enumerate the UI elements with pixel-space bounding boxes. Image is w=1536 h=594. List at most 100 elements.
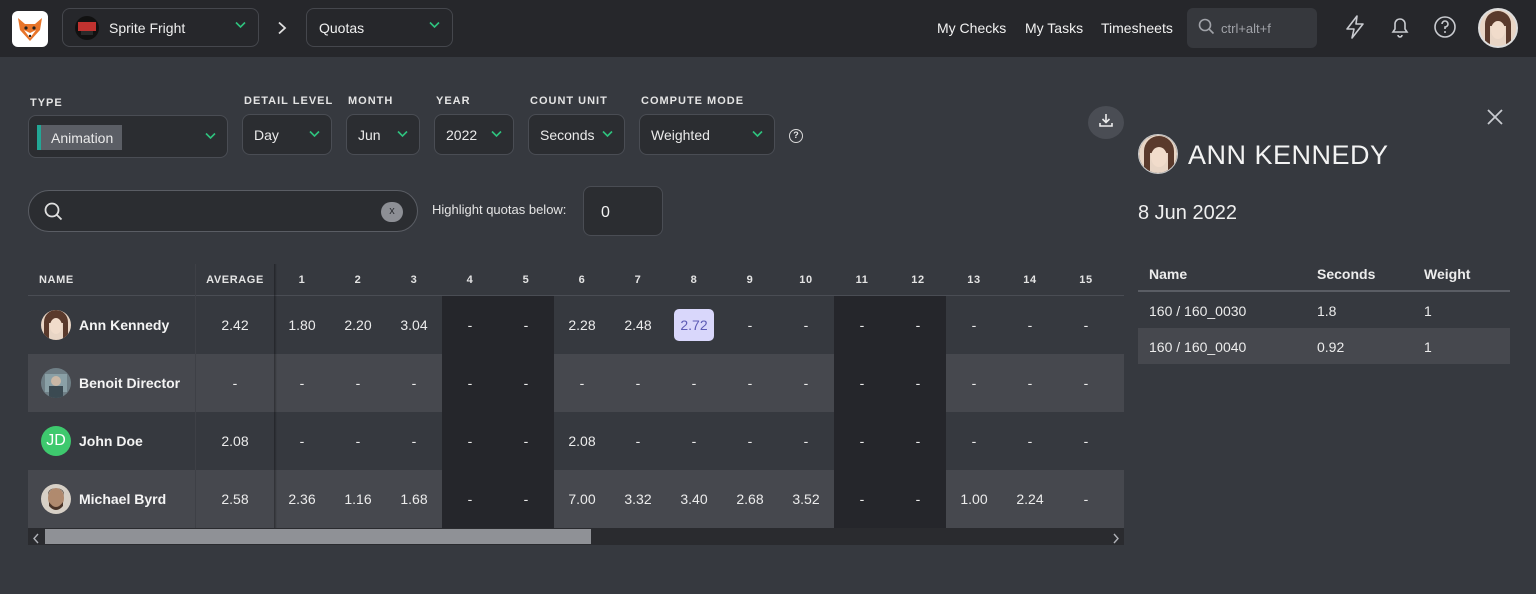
quota-cell[interactable]: 3.32	[610, 491, 666, 507]
chevron-down-icon	[491, 130, 502, 138]
quota-cell[interactable]: 1.80	[274, 317, 330, 333]
top-bar: Sprite Fright Quotas My Checks My Tasks …	[0, 0, 1536, 57]
nav-timesheets[interactable]: Timesheets	[1101, 20, 1173, 36]
name-column-header[interactable]: NAME	[39, 274, 74, 286]
day-column-header[interactable]: 15	[1058, 274, 1114, 286]
global-search[interactable]: ctrl+alt+f	[1187, 8, 1317, 48]
quota-cell: -	[299, 375, 305, 391]
quota-cell: -	[355, 375, 361, 391]
day-column-header[interactable]: 8	[666, 274, 722, 286]
highlight-threshold-input[interactable]: 0	[583, 186, 663, 236]
day-column-header[interactable]: 11	[834, 274, 890, 286]
scroll-right-arrow[interactable]	[1112, 531, 1120, 549]
quota-cell: -	[1083, 317, 1089, 333]
day-column-header[interactable]: 4	[442, 274, 498, 286]
quota-cell[interactable]: 2.24	[1002, 491, 1058, 507]
person-cell[interactable]: JD John Doe	[41, 426, 143, 456]
project-selector[interactable]: Sprite Fright	[62, 8, 259, 47]
avatar	[41, 310, 71, 340]
type-label: TYPE	[30, 97, 63, 109]
day-column-header[interactable]: 12	[890, 274, 946, 286]
close-icon[interactable]	[1486, 108, 1504, 126]
day-column-header[interactable]: 14	[1002, 274, 1058, 286]
section-selector[interactable]: Quotas	[306, 8, 453, 47]
person-cell[interactable]: Ann Kennedy	[41, 310, 169, 340]
detail-header-seconds: Seconds	[1317, 266, 1376, 282]
quota-cell: -	[1083, 433, 1089, 449]
download-icon	[1098, 112, 1114, 133]
person-cell[interactable]: Benoit Director	[41, 368, 180, 398]
quota-cell[interactable]: 1.16	[330, 491, 386, 507]
year-select[interactable]: 2022	[434, 114, 514, 155]
scroll-left-arrow[interactable]	[32, 531, 40, 549]
compute-mode-value: Weighted	[651, 127, 710, 143]
table-row: Ann Kennedy 2.42 1.80 2.20 3.04 - - 2.28 2.48 2.7…	[28, 296, 1124, 354]
user-avatar[interactable]	[1478, 8, 1518, 48]
section-name: Quotas	[319, 19, 365, 36]
quota-cell: -	[1027, 433, 1033, 449]
day-column-header[interactable]: 7	[610, 274, 666, 286]
quota-cell[interactable]: 3.04	[386, 317, 442, 333]
nav-my-checks[interactable]: My Checks	[937, 20, 1006, 36]
quota-cell[interactable]: 3.52	[778, 491, 834, 507]
day-column-header[interactable]: 5	[498, 274, 554, 286]
day-column-header[interactable]: 9	[722, 274, 778, 286]
project-name: Sprite Fright	[109, 19, 186, 36]
day-column-header[interactable]: 3	[386, 274, 442, 286]
quota-cell[interactable]: 2.48	[610, 317, 666, 333]
table-row: JD John Doe 2.08 - - - - - 2.08 - - - - - - - - -	[28, 412, 1124, 470]
day-column-header[interactable]: 13	[946, 274, 1002, 286]
nav-my-tasks[interactable]: My Tasks	[1025, 20, 1083, 36]
month-select[interactable]: Jun	[346, 114, 420, 155]
avatar	[41, 484, 71, 514]
month-value: Jun	[358, 127, 381, 143]
detail-level-value: Day	[254, 127, 279, 143]
average-column-header[interactable]: AVERAGE	[203, 274, 267, 286]
people-search-input[interactable]: x	[28, 190, 418, 232]
bell-icon[interactable]	[1388, 14, 1416, 42]
quota-cell: -	[1027, 317, 1033, 333]
quota-cell[interactable]: 2.28	[554, 317, 610, 333]
table-horizontal-scrollbar[interactable]	[28, 528, 1124, 545]
quota-cell: -	[803, 433, 809, 449]
chevron-down-icon	[205, 132, 216, 140]
quota-cell-selected[interactable]: 2.72	[674, 309, 714, 341]
person-cell[interactable]: Michael Byrd	[41, 484, 166, 514]
quota-cell: -	[915, 433, 921, 449]
day-column-header[interactable]: 1	[274, 274, 330, 286]
help-icon[interactable]	[1433, 14, 1461, 42]
download-button[interactable]	[1088, 106, 1124, 139]
detail-shot-name[interactable]: 160 / 160_0030	[1149, 303, 1246, 319]
quota-cell: -	[859, 375, 865, 391]
detail-shot-name[interactable]: 160 / 160_0040	[1149, 339, 1246, 355]
quota-cell: -	[971, 433, 977, 449]
quota-cell[interactable]: 3.40	[666, 491, 722, 507]
quota-cell[interactable]: 1.00	[946, 491, 1002, 507]
kitsu-fox-logo[interactable]	[12, 11, 48, 47]
detail-level-select[interactable]: Day	[242, 114, 332, 155]
day-column-header[interactable]: 6	[554, 274, 610, 286]
quota-cell[interactable]: 2.68	[722, 491, 778, 507]
scrollbar-thumb[interactable]	[45, 529, 591, 544]
chevron-right-icon	[277, 21, 287, 40]
compute-mode-select[interactable]: Weighted	[639, 114, 775, 155]
quota-table: NAME AVERAGE 1 2 3 4 5 6 7 8 9 10 11 12 13 14 15 Ann K…	[28, 264, 1124, 528]
quota-cell[interactable]: 2.20	[330, 317, 386, 333]
quota-cell[interactable]: 2.08	[554, 433, 610, 449]
quota-cell[interactable]: 1.68	[386, 491, 442, 507]
quota-cell[interactable]: 2.36	[274, 491, 330, 507]
person-name: Benoit Director	[79, 375, 181, 391]
detail-seconds: 0.92	[1317, 339, 1345, 355]
type-select[interactable]: Animation	[28, 115, 228, 158]
clear-search-button[interactable]: x	[381, 202, 403, 222]
day-column-header[interactable]: 10	[778, 274, 834, 286]
lightning-icon[interactable]	[1343, 14, 1371, 42]
quota-cell: -	[1083, 375, 1089, 391]
detail-seconds: 1.8	[1317, 303, 1337, 319]
quota-cell[interactable]: 7.00	[554, 491, 610, 507]
day-column-header[interactable]: 2	[330, 274, 386, 286]
help-icon[interactable]: ?	[789, 129, 803, 143]
count-unit-select[interactable]: Seconds	[528, 114, 625, 155]
detail-weight: 1	[1424, 339, 1432, 355]
chevron-down-icon	[602, 130, 613, 138]
